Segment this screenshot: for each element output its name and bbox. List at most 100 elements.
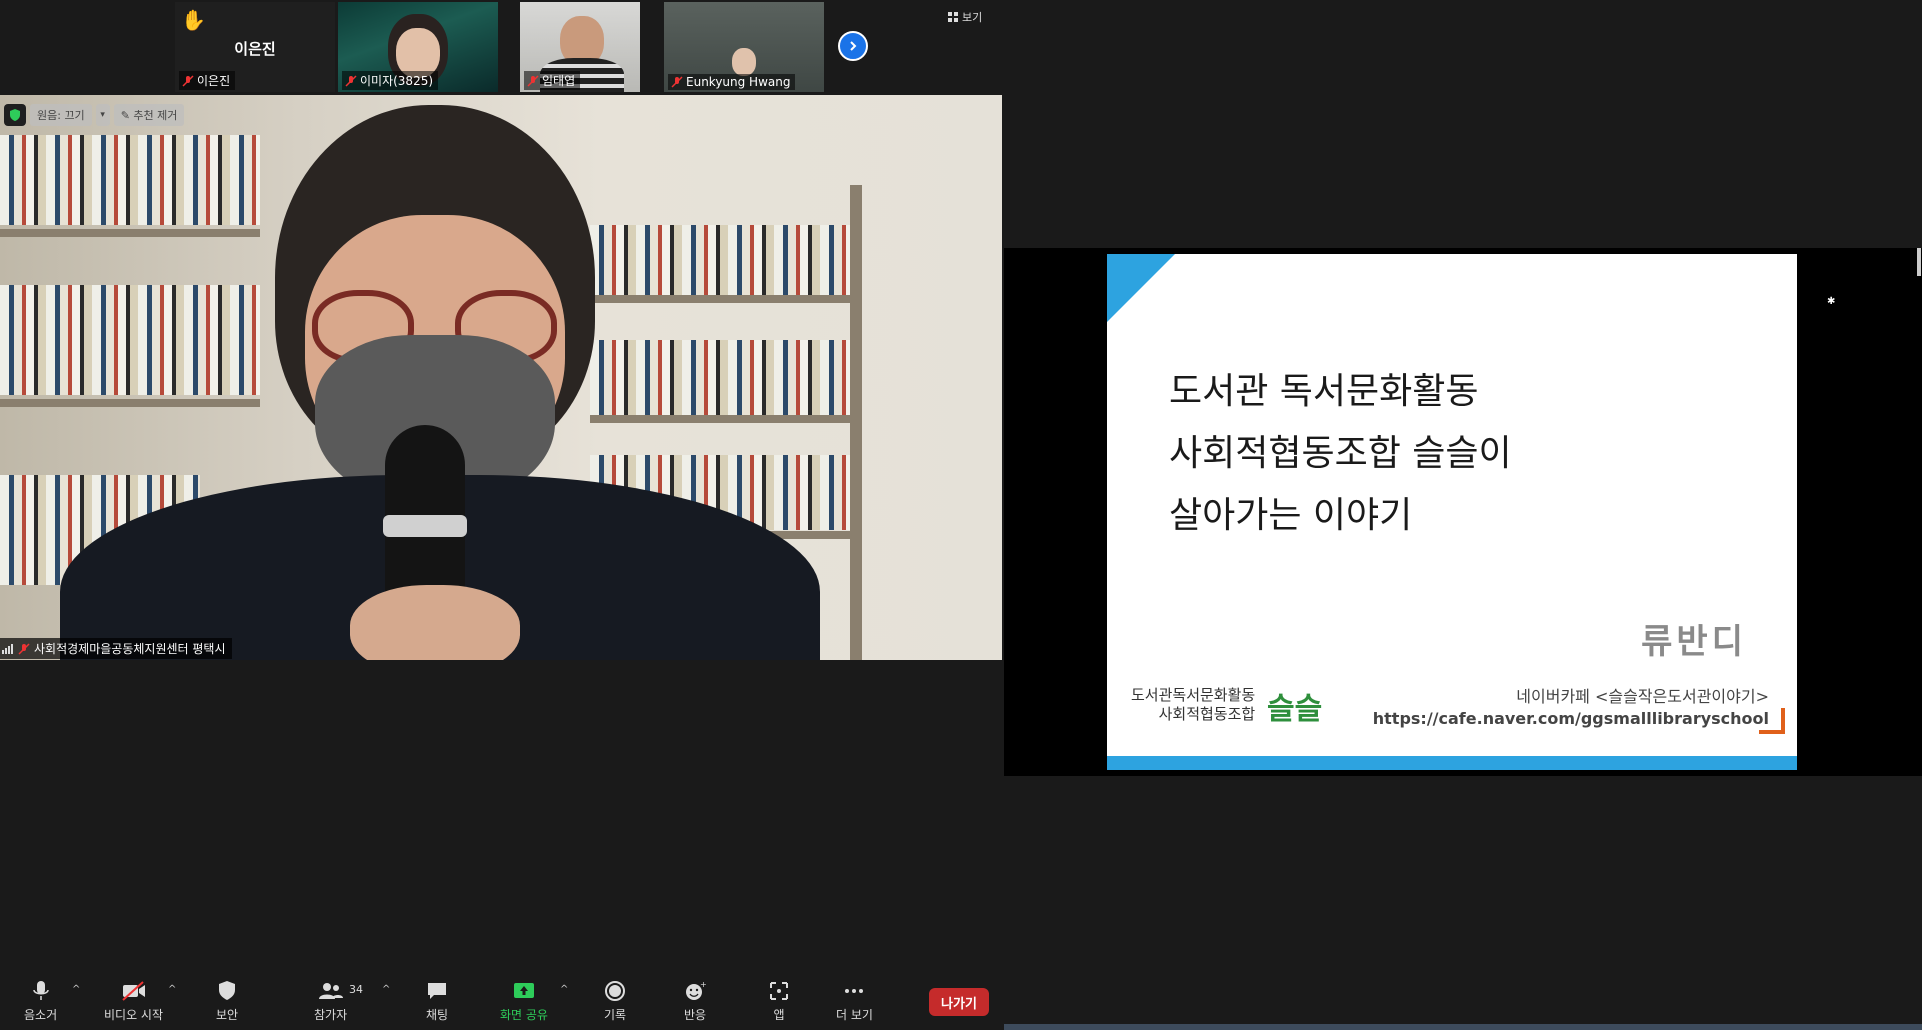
encryption-shield-icon[interactable]: [4, 104, 26, 126]
slide-corner-triangle: [1107, 254, 1175, 322]
chat-label: 채팅: [426, 1008, 449, 1022]
participant-name-label: 임태엽: [524, 71, 581, 90]
slide-bottom-bar: [1107, 756, 1797, 770]
chat-button[interactable]: 채팅: [426, 980, 448, 1023]
view-button-label: 보기: [962, 11, 983, 24]
microphone-icon: [32, 981, 49, 1000]
participant-strip: ✋ 이은진 이은진 이미자(3825) 임태엽 Eunkyung Hwang 보…: [0, 0, 1002, 93]
speaker-name-label: 사회적경제마을공동체지원센터 평택시: [0, 638, 232, 659]
more-dots-icon: [845, 989, 864, 993]
main-speaker-video[interactable]: [0, 95, 1002, 660]
muted-mic-icon: [671, 76, 683, 88]
self-display-name: 이은진: [234, 40, 276, 58]
apps-icon: [770, 982, 788, 1000]
participant-tile[interactable]: Eunkyung Hwang: [664, 2, 824, 92]
bookshelf: [0, 285, 260, 395]
slide-corner-bracket: [1759, 708, 1785, 734]
slide-logo: 슬슬: [1267, 692, 1323, 727]
video-overlay-controls: 원음: 끄기 ▾ ✎ 추천 제거: [4, 104, 185, 126]
participant-name-text: Eunkyung Hwang: [686, 75, 791, 89]
leave-button[interactable]: 나가기: [929, 988, 989, 1016]
bottom-edge: [1004, 1024, 1922, 1030]
slide-author: 류반디: [1641, 622, 1747, 662]
participant-name-label: 이미자(3825): [342, 71, 439, 90]
participants-button[interactable]: 참가자: [314, 980, 347, 1023]
cursor-icon: ✱: [1827, 296, 1836, 307]
share-screen-button[interactable]: 화면 공유: [500, 980, 548, 1023]
reactions-button[interactable]: + 반응: [684, 980, 706, 1023]
apps-label: 앱: [773, 1008, 785, 1022]
audio-options-caret[interactable]: ^: [72, 984, 80, 995]
view-button[interactable]: 보기: [948, 9, 982, 25]
smiley-icon: +: [686, 980, 706, 1000]
bookshelf: [590, 340, 850, 415]
shield-icon: [219, 981, 236, 1000]
reactions-label: 반응: [684, 1008, 707, 1022]
more-button[interactable]: 더 보기: [836, 980, 873, 1023]
start-video-button[interactable]: 비디오 시작: [104, 980, 163, 1023]
participant-face: [732, 48, 756, 76]
signal-bars-icon: [2, 643, 13, 654]
shelf-board: [590, 415, 850, 423]
grid-view-icon: [948, 12, 958, 22]
security-label: 보안: [216, 1008, 239, 1022]
slide-title-line-3: 살아가는 이야기: [1169, 495, 1413, 536]
slide-cafe-line: 네이버카페 <슬슬작은도서관이야기>: [1516, 687, 1769, 706]
remove-spotlight-label: 추천 제거: [133, 109, 178, 122]
original-sound-dropdown[interactable]: ▾: [95, 104, 110, 126]
record-icon: [605, 981, 626, 1001]
original-sound-button[interactable]: 원음: 끄기: [30, 104, 92, 126]
share-options-caret[interactable]: ^: [560, 984, 568, 995]
chevron-down-icon: ▾: [100, 110, 105, 120]
share-screen-icon: [513, 983, 534, 998]
remove-spotlight-button[interactable]: ✎ 추천 제거: [113, 104, 185, 126]
svg-text:+: +: [700, 980, 706, 989]
muted-mic-icon: [345, 74, 357, 87]
slide-org-line-1: 도서관독서문화활동: [1131, 686, 1256, 704]
muted-mic-icon: [527, 74, 539, 87]
participants-options-caret[interactable]: ^: [382, 984, 390, 995]
shared-slide: 도서관 독서문화활동 사회적협동조합 슬슬이 살아가는 이야기 류반디 도서관독…: [1107, 254, 1797, 770]
apps-button[interactable]: 앱: [768, 980, 790, 1023]
participant-name-text: 임태엽: [542, 74, 576, 88]
shield-icon: [10, 109, 20, 121]
scrollbar[interactable]: [1917, 248, 1921, 276]
self-name-label: 이은진: [179, 71, 236, 90]
share-screen-label: 화면 공유: [500, 1008, 548, 1022]
microphone-ring: [383, 515, 467, 537]
muted-mic-icon: [182, 74, 194, 87]
participant-name-text: 이미자(3825): [360, 74, 434, 88]
security-button[interactable]: 보안: [216, 980, 238, 1023]
start-video-label: 비디오 시작: [104, 1008, 164, 1022]
slide-organization: 도서관독서문화활동 사회적협동조합: [1131, 686, 1255, 724]
muted-mic-icon: [18, 642, 30, 655]
participant-tile[interactable]: 임태엽: [520, 2, 640, 92]
chevron-right-icon: [850, 41, 857, 51]
more-label: 더 보기: [836, 1008, 873, 1022]
pin-icon: ✎: [120, 109, 130, 122]
slide-cafe-url: https://cafe.naver.com/ggsmalllibrarysch…: [1372, 709, 1769, 728]
raised-hand-icon: ✋: [181, 8, 206, 32]
shelf-board: [0, 229, 260, 237]
shelf-board: [590, 295, 850, 303]
self-name-text: 이은진: [197, 74, 231, 88]
participants-count: 34: [349, 983, 363, 996]
mute-label: 음소거: [24, 1008, 58, 1022]
slide-org-line-2: 사회적협동조합: [1158, 705, 1256, 723]
next-page-button[interactable]: [838, 31, 868, 61]
slide-cafe-info: 네이버카페 <슬슬작은도서관이야기> https://cafe.naver.co…: [1373, 686, 1769, 730]
record-button[interactable]: 기록: [604, 980, 626, 1023]
speaker-name-text: 사회적경제마을공동체지원센터 평택시: [34, 642, 226, 656]
record-label: 기록: [604, 1008, 627, 1022]
participant-tile[interactable]: 이미자(3825): [338, 2, 498, 92]
bookshelf: [590, 225, 850, 295]
participants-icon: [318, 983, 343, 999]
shelf-board: [0, 399, 260, 407]
self-tile[interactable]: ✋ 이은진 이은진: [175, 2, 335, 92]
mute-button[interactable]: 음소거: [24, 980, 57, 1023]
speaker-hands: [350, 585, 520, 660]
slide-title-line-1: 도서관 독서문화활동: [1169, 371, 1479, 412]
slide-title-line-2: 사회적협동조합 슬슬이: [1169, 433, 1512, 474]
video-options-caret[interactable]: ^: [168, 984, 176, 995]
video-off-icon: [121, 981, 145, 1001]
